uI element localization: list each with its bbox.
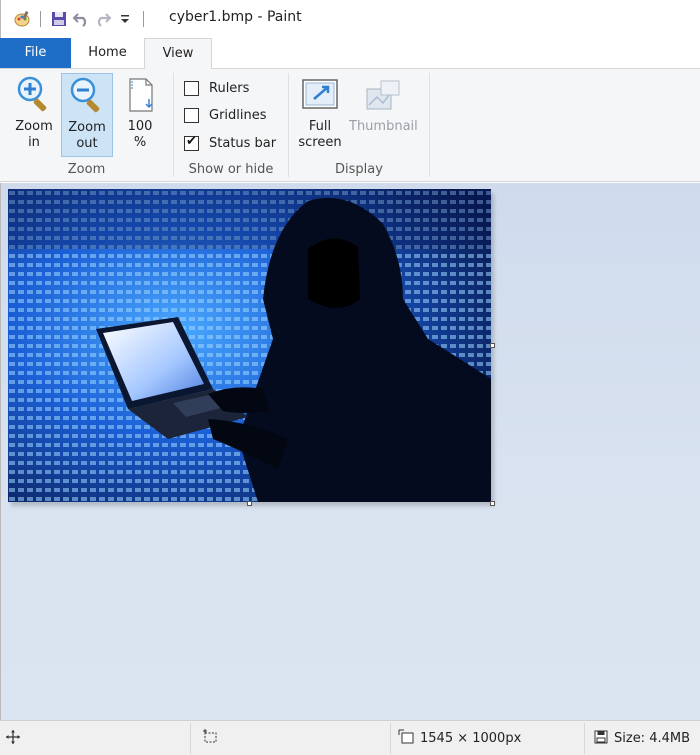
zoom-in-label: Zoom in bbox=[15, 119, 53, 150]
rulers-label: Rulers bbox=[209, 80, 250, 96]
move-cursor-icon bbox=[6, 729, 26, 748]
tab-file[interactable]: File bbox=[0, 38, 71, 68]
status-divider bbox=[584, 723, 585, 754]
gridlines-check-box[interactable] bbox=[184, 107, 199, 123]
zoom-group: Zoom in Zoom out 100 % Zoom bbox=[0, 69, 173, 181]
redo-icon[interactable] bbox=[92, 8, 114, 30]
display-group: Full screen Thumbnail Display bbox=[289, 69, 429, 181]
zoom-in-icon bbox=[14, 75, 54, 115]
zoom-out-button[interactable]: Zoom out bbox=[61, 73, 113, 157]
selection-icon bbox=[202, 728, 224, 749]
rulers-checkbox[interactable]: Rulers bbox=[184, 77, 249, 99]
gridlines-checkbox[interactable]: Gridlines bbox=[184, 104, 267, 126]
qat-separator-2 bbox=[143, 11, 144, 27]
qat-separator bbox=[40, 11, 41, 27]
status-divider bbox=[190, 723, 191, 754]
canvas-workspace[interactable] bbox=[0, 183, 700, 720]
statusbar-check-box[interactable] bbox=[184, 134, 199, 151]
paint-app-icon[interactable] bbox=[11, 8, 33, 30]
resize-handle-corner[interactable] bbox=[490, 501, 495, 506]
ribbon-view: Zoom in Zoom out 100 % Zoom Show or hide… bbox=[0, 68, 700, 182]
fullscreen-icon bbox=[300, 75, 340, 115]
display-group-label: Display bbox=[335, 162, 383, 177]
fullscreen-label: Full screen bbox=[298, 119, 342, 150]
statusbar-label: Status bar bbox=[209, 135, 277, 151]
save-icon[interactable] bbox=[48, 8, 70, 30]
customize-dropdown-icon[interactable] bbox=[114, 8, 136, 30]
file-size: Size: 4.4MB bbox=[594, 721, 690, 755]
status-bar: 1545 × 1000px Size: 4.4MB bbox=[0, 720, 700, 755]
image-dimensions: 1545 × 1000px bbox=[398, 721, 521, 755]
hooded-hacker-laptop-image[interactable] bbox=[8, 189, 491, 502]
page-100-icon bbox=[120, 75, 160, 115]
tab-home[interactable]: Home bbox=[71, 38, 144, 68]
quick-access-toolbar bbox=[11, 8, 151, 30]
title-bar: cyber1.bmp - Paint bbox=[0, 0, 700, 38]
zoom-out-label: Zoom out bbox=[68, 120, 106, 151]
gridlines-label: Gridlines bbox=[209, 107, 267, 123]
zoom-100-label: 100 % bbox=[127, 119, 153, 150]
selection-size bbox=[202, 721, 224, 755]
dimensions-icon bbox=[398, 729, 420, 749]
zoom-100-button[interactable]: 100 % bbox=[114, 73, 166, 157]
resize-handle-right[interactable] bbox=[490, 343, 495, 348]
group-divider bbox=[429, 73, 430, 177]
ribbon-tabs: File Home View bbox=[0, 38, 700, 69]
zoom-out-icon bbox=[67, 76, 107, 116]
status-divider bbox=[390, 723, 391, 754]
thumbnail-icon bbox=[363, 75, 403, 115]
resize-handle-bottom[interactable] bbox=[247, 501, 252, 506]
cursor-position bbox=[6, 721, 26, 755]
statusbar-checkbox[interactable]: Status bar bbox=[184, 132, 276, 154]
thumbnail-label: Thumbnail bbox=[349, 119, 418, 134]
rulers-check-box[interactable] bbox=[184, 80, 199, 96]
disk-icon bbox=[594, 730, 614, 748]
zoom-group-label: Zoom bbox=[67, 162, 106, 177]
file-size-text: Size: 4.4MB bbox=[614, 731, 691, 746]
fullscreen-button[interactable]: Full screen bbox=[294, 73, 346, 157]
dimensions-text: 1545 × 1000px bbox=[420, 731, 522, 746]
tab-view[interactable]: View bbox=[144, 38, 212, 69]
thumbnail-button[interactable]: Thumbnail bbox=[349, 73, 418, 157]
show-hide-group-label: Show or hide bbox=[188, 162, 274, 177]
zoom-in-button[interactable]: Zoom in bbox=[8, 73, 60, 157]
undo-icon[interactable] bbox=[70, 8, 92, 30]
window-title: cyber1.bmp - Paint bbox=[169, 9, 302, 25]
